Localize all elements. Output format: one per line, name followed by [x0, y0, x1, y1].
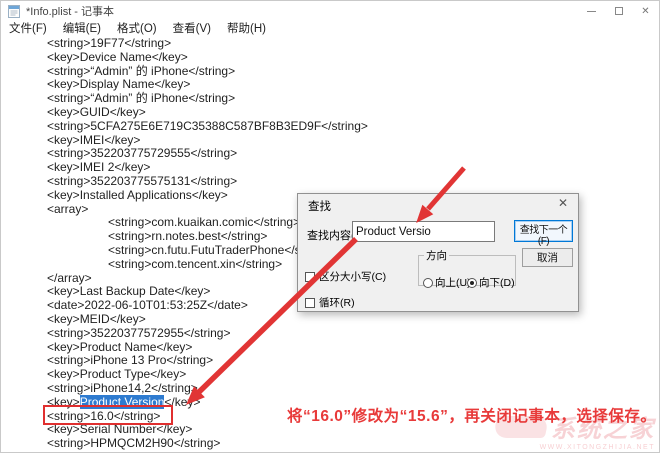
radio-icon — [423, 278, 433, 288]
find-dialog-title: 查找 — [308, 198, 331, 214]
menu-item[interactable]: 文件(F) — [1, 21, 55, 38]
editor-line: <key>Product Type</key> — [1, 368, 659, 382]
editor-line: <string>iPhone14,2</string> — [1, 382, 659, 396]
menu-bar: 文件(F)编辑(E)格式(O)查看(V)帮助(H) — [1, 21, 659, 38]
notepad-window: *Info.plist - 记事本 ✕ 文件(F)编辑(E)格式(O)查看(V)… — [0, 0, 660, 453]
editor-line: <string>35220377572955</string> — [1, 327, 659, 341]
cancel-button[interactable]: 取消 — [522, 248, 573, 267]
editor-line: <key>Target Identifier</key> — [1, 451, 659, 452]
radio-down-label: 向下(D) — [479, 275, 515, 290]
annotation-red-box — [43, 405, 173, 425]
editor-line: <key>Device Name</key> — [1, 51, 659, 65]
notepad-icon — [8, 4, 20, 18]
menu-item[interactable]: 编辑(E) — [55, 21, 109, 38]
editor-line: <string>iPhone 13 Pro</string> — [1, 354, 659, 368]
menu-item[interactable]: 查看(V) — [165, 21, 219, 38]
dialog-close-icon[interactable]: ✕ — [555, 196, 571, 210]
watermark-subtext: WWW.XITONGZHIJIA.NET — [495, 444, 655, 451]
editor-line: <key>IMEI</key> — [1, 134, 659, 148]
radio-direction-down[interactable]: 向下(D) — [467, 275, 515, 290]
radio-checked-icon — [467, 278, 477, 288]
direction-label: 方向 — [424, 248, 449, 263]
find-input[interactable] — [352, 221, 495, 242]
find-dialog: 查找 ✕ 查找内容(N): 查找下一个(F) 取消 方向 向上(U) 向下(D)… — [297, 193, 579, 312]
title-bar: *Info.plist - 记事本 ✕ — [1, 1, 659, 21]
close-button[interactable]: ✕ — [632, 1, 659, 21]
editor-line: <key>GUID</key> — [1, 106, 659, 120]
menu-item[interactable]: 格式(O) — [109, 21, 165, 38]
find-next-button[interactable]: 查找下一个(F) — [514, 220, 573, 242]
editor-line: <string>“Admin” 的 iPhone</string> — [1, 65, 659, 79]
menu-item[interactable]: 帮助(H) — [219, 21, 274, 38]
editor-line: <string>352203775575131</string> — [1, 175, 659, 189]
editor-line: <key>IMEI 2</key> — [1, 161, 659, 175]
match-case-label: 区分大小写(C) — [319, 269, 386, 284]
match-case-checkbox[interactable]: 区分大小写(C) — [305, 269, 386, 284]
editor-line: <string>352203775729555</string> — [1, 147, 659, 161]
editor-line: <string>“Admin” 的 iPhone</string> — [1, 92, 659, 106]
annotation-text: 将“16.0”修改为“15.6”，再关闭记事本，选择保存。 — [287, 404, 656, 426]
wrap-label: 循环(R) — [319, 295, 355, 310]
editor-line: <key>MEID</key> — [1, 313, 659, 327]
editor-line: <string>19F77</string> — [1, 37, 659, 51]
editor-line: <key>Product Name</key> — [1, 341, 659, 355]
window-title: *Info.plist - 记事本 — [26, 3, 114, 19]
minimize-button[interactable] — [578, 1, 605, 21]
radio-up-label: 向上(U) — [435, 275, 471, 290]
checkbox-icon — [305, 272, 315, 282]
maximize-button[interactable] — [605, 1, 632, 21]
wrap-around-checkbox[interactable]: 循环(R) — [305, 295, 355, 310]
direction-group: 方向 向上(U) 向下(D) — [418, 248, 516, 286]
radio-direction-up[interactable]: 向上(U) — [423, 275, 471, 290]
checkbox-icon — [305, 298, 315, 308]
window-controls: ✕ — [578, 1, 659, 21]
editor-line: <string>5CFA275E6E719C35388C587BF8B3ED9F… — [1, 120, 659, 134]
